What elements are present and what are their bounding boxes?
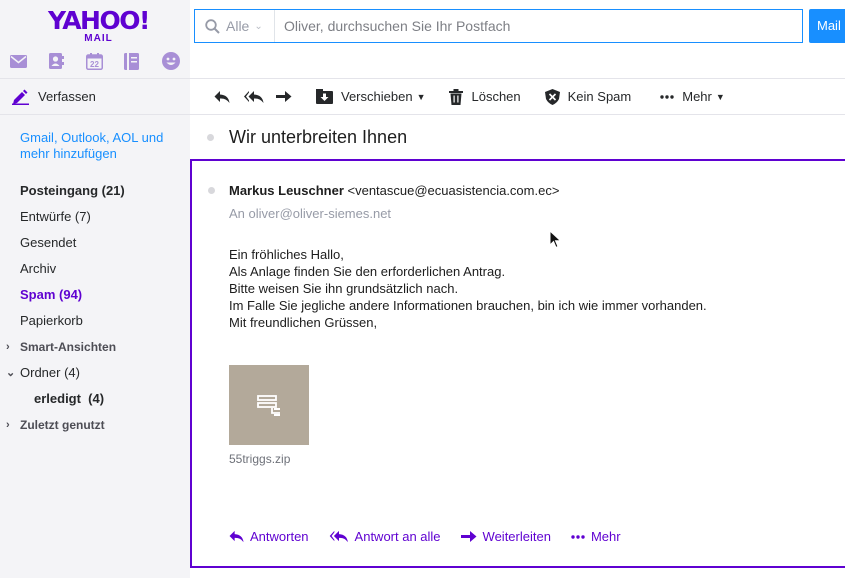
reply-action-label: Antworten [250,529,309,544]
shield-icon [544,88,560,105]
body-line: Im Falle Sie jegliche andere Information… [229,298,707,313]
search-input[interactable] [275,10,802,42]
yahoo-mail-logo[interactable]: YAHOO! MAIL [48,6,150,44]
more-action-button[interactable]: Mehr [571,529,621,544]
add-accounts-link[interactable]: Gmail, Outlook, AOL und mehr hinzufügen [0,130,190,162]
delete-button[interactable]: Löschen [449,79,521,114]
search-mail-button[interactable]: Mail [809,9,845,43]
delete-label: Löschen [471,89,521,104]
attachment-filename[interactable]: 55triggs.zip [229,452,290,466]
more-action-label: Mehr [590,529,621,544]
sender-line: Markus Leuschner <ventascue@ecuasistenci… [229,183,559,198]
search-bar: Alle ⌄ [194,9,803,43]
sidebar-item-sent[interactable]: Gesendet [0,230,190,256]
app-switcher: 22 [10,52,200,70]
body-line: Ein fröhliches Hallo, [229,247,344,262]
logo-brand: YAHOO! [48,6,150,35]
search-scope-dropdown[interactable]: Alle ⌄ [195,10,275,42]
forward-arrow-icon [460,531,477,542]
sidebar-item-inbox[interactable]: Posteingang (21) [0,178,190,204]
sidebar-item-trash[interactable]: Papierkorb [0,308,190,334]
message-toolbar: Verschieben ▼ Löschen Kein Spam Mehr ▼ [190,78,845,115]
smart-views-label: Smart-Ansichten [20,340,117,354]
mail-icon[interactable] [10,52,48,70]
forward-button[interactable] [276,79,292,114]
messenger-icon[interactable] [162,52,200,70]
recent-label: Zuletzt genutzt [20,418,105,432]
reply-icon [214,90,230,103]
forward-arrow-icon [276,91,292,102]
search-scope-label: Alle [226,18,250,34]
recipient-prefix: An [229,206,245,221]
trash-icon [449,88,464,105]
svg-text:22: 22 [90,60,99,69]
reply-all-action-label: Antwort an alle [354,529,441,544]
sidebar-item-archive[interactable]: Archiv [0,256,190,282]
contacts-icon[interactable] [48,52,86,70]
reply-all-button[interactable] [244,79,264,114]
reply-action-button[interactable]: Antworten [229,529,309,544]
logo-sub: MAIL [84,33,113,44]
sidebar-recent[interactable]: › Zuletzt genutzt [0,412,190,438]
reply-icon [229,530,244,543]
sidebar-smart-views[interactable]: › Smart-Ansichten [0,334,190,360]
reply-all-icon [329,530,348,543]
sidebar-folders[interactable]: ⌄ Ordner (4) [0,360,190,386]
compose-button[interactable]: Verfassen [0,78,190,115]
more-dots-icon [660,94,674,99]
sidebar-item-erledigt[interactable]: erledigt (4) [0,386,190,412]
recipient-line: An oliver@oliver-siemes.net [229,206,391,221]
unread-dot[interactable] [208,187,215,194]
message-subject: Wir unterbreiten Ihnen [229,126,408,147]
chevron-down-icon: ▼ [416,91,426,102]
chevron-right-icon: › [6,341,10,353]
mouse-cursor-icon [549,230,562,249]
folder-nav: Gmail, Outlook, AOL und mehr hinzufügen … [0,130,190,438]
forward-action-button[interactable]: Weiterleiten [460,529,551,544]
body-line: Bitte weisen Sie ihn grundsätzlich nach. [229,281,459,296]
unread-dot[interactable] [207,133,214,141]
subject-row: Wir unterbreiten Ihnen [190,115,845,159]
reply-button[interactable] [214,79,230,114]
message-actions: Antworten Antwort an alle Weiterleiten M… [229,529,641,544]
recipient-email: oliver@oliver-siemes.net [248,206,392,221]
chevron-right-icon: › [6,419,10,431]
notepad-icon[interactable] [124,52,162,70]
zip-file-icon [257,395,280,416]
more-menu-button[interactable]: Mehr ▼ [660,79,725,114]
mail-app: YAHOO! MAIL 22 Verfassen Gmail, Outlook,… [0,0,845,578]
body-line: Als Anlage finden Sie den erforderlichen… [229,264,506,279]
compose-label: Verfassen [38,89,96,104]
chevron-down-icon: ⌄ [254,20,263,32]
sidebar-item-spam[interactable]: Spam (94) [0,282,190,308]
reply-all-action-button[interactable]: Antwort an alle [329,529,441,544]
move-label: Verschieben [341,89,413,104]
not-spam-label: Kein Spam [567,89,632,104]
more-dots-icon [571,534,585,539]
sidebar-item-drafts[interactable]: Entwürfe (7) [0,204,190,230]
sender-email: <ventascue@ecuasistencia.com.ec> [347,183,560,198]
calendar-icon[interactable]: 22 [86,52,124,70]
move-button[interactable]: Verschieben ▼ [316,79,425,114]
chevron-down-icon: ▼ [715,91,725,102]
forward-action-label: Weiterleiten [482,529,551,544]
more-label: Mehr [682,89,712,104]
reply-all-icon [244,90,264,103]
message-card: Markus Leuschner <ventascue@ecuasistenci… [190,159,845,568]
left-column: YAHOO! MAIL 22 Verfassen Gmail, Outlook,… [0,0,190,578]
folder-move-icon [316,89,333,104]
sender-name[interactable]: Markus Leuschner [229,183,344,198]
attachment-thumbnail[interactable] [229,365,309,445]
search-icon [205,18,220,34]
pencil-icon [12,89,29,105]
folders-label: Ordner (4) [20,365,80,380]
chevron-down-icon: ⌄ [6,367,16,379]
not-spam-button[interactable]: Kein Spam [544,79,632,114]
body-line: Mit freundlichen Grüssen, [229,315,378,330]
message-body: Ein fröhliches Hallo, Als Anlage finden … [229,246,707,331]
